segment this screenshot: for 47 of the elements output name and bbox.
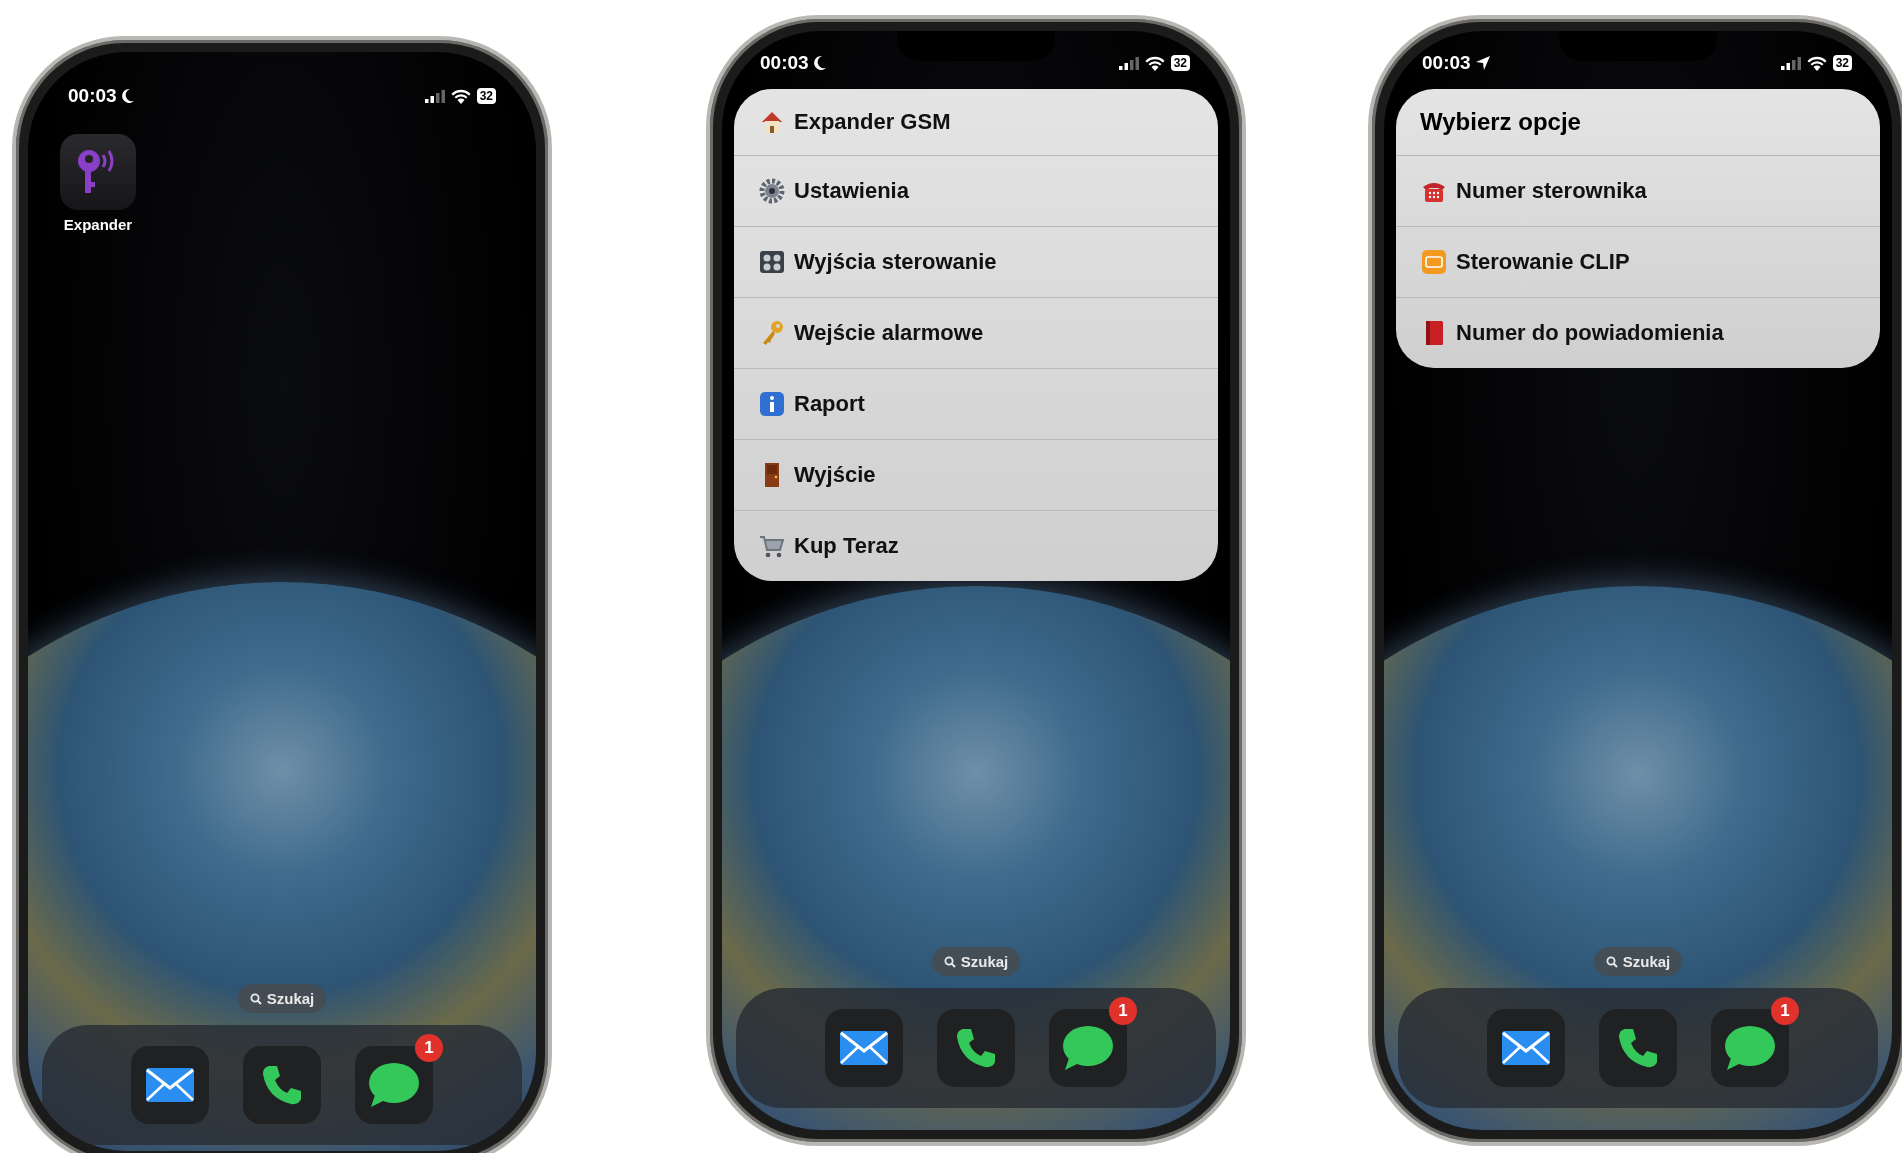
- message-bubble-icon[interactable]: [1061, 1024, 1115, 1072]
- signal-icon: [1780, 56, 1801, 70]
- search-button[interactable]: Szukaj: [237, 984, 327, 1013]
- battery-level: 32: [1832, 55, 1852, 71]
- notification-badge: 1: [1771, 997, 1799, 1025]
- notification-badge: 1: [415, 1034, 443, 1062]
- menu-title: Wybierz opcje: [1419, 107, 1582, 137]
- menu-item[interactable]: Raport: [734, 368, 1218, 439]
- menu-item[interactable]: Wyjście: [734, 439, 1218, 510]
- moon-icon: [120, 88, 135, 104]
- status-time: 00:03: [1422, 52, 1471, 74]
- search-button[interactable]: Szukaj: [1593, 947, 1683, 976]
- gear-icon: [758, 177, 786, 205]
- menu-item[interactable]: Numer sterownika: [1396, 155, 1880, 226]
- status-time: 00:03: [760, 52, 809, 74]
- mail-icon[interactable]: [839, 1030, 889, 1066]
- wifi-icon: [450, 88, 471, 104]
- signal-icon: [424, 89, 445, 103]
- mail-icon[interactable]: [1501, 1030, 1551, 1066]
- location-arrow-icon: [1474, 55, 1491, 71]
- off-button-icon: [1420, 248, 1448, 276]
- message-bubble-icon[interactable]: [367, 1061, 421, 1109]
- search-icon: [1605, 955, 1618, 968]
- menu-item[interactable]: Sterowanie CLIP: [1396, 226, 1880, 297]
- menu-item[interactable]: Wejście alarmowe: [734, 297, 1218, 368]
- moon-icon: [812, 55, 827, 71]
- mail-icon[interactable]: [145, 1067, 195, 1103]
- signal-icon: [1118, 56, 1139, 70]
- battery-level: 32: [476, 88, 496, 104]
- app-icon[interactable]: [60, 134, 136, 210]
- menu-item[interactable]: Expander GSM: [734, 89, 1218, 155]
- search-icon: [249, 992, 262, 1005]
- battery-level: 32: [1170, 55, 1190, 71]
- notification-badge: 1: [1109, 997, 1137, 1025]
- message-bubble-icon[interactable]: [1723, 1024, 1777, 1072]
- wifi-icon: [1806, 55, 1827, 71]
- info-icon: [758, 390, 786, 418]
- search-icon: [943, 955, 956, 968]
- search-button[interactable]: Szukaj: [931, 947, 1021, 976]
- control-knobs-icon: [758, 248, 786, 276]
- status-time: 00:03: [68, 85, 117, 107]
- menu-item[interactable]: Wyjścia sterowanie: [734, 226, 1218, 297]
- wifi-icon: [1144, 55, 1165, 71]
- menu-item[interactable]: Kup Teraz: [734, 510, 1218, 581]
- menu-item[interactable]: Ustawienia: [734, 155, 1218, 226]
- menu-item[interactable]: Numer do powiadomienia: [1396, 297, 1880, 368]
- app-label: Expander: [63, 216, 133, 233]
